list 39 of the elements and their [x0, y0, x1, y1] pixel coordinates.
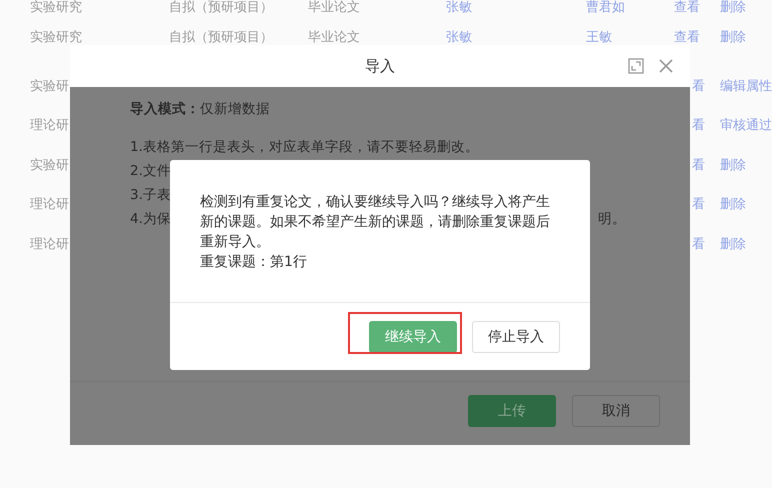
import-mode-text: 导入模式：仅新增数据	[130, 100, 271, 119]
table-link[interactable]: 删除	[720, 156, 746, 174]
instruction-text: 明。	[598, 210, 626, 229]
table-cell-text: 理论研	[30, 117, 69, 134]
table-cell-text: 理论研	[30, 236, 69, 253]
table-link[interactable]: 删除	[720, 28, 746, 46]
table-link[interactable]: 删除	[720, 0, 746, 16]
table-link[interactable]: 删除	[720, 234, 746, 253]
table-link[interactable]: 张敏	[446, 28, 472, 46]
upload-button[interactable]: 上传	[468, 394, 556, 426]
confirm-message: 检测到有重复论文，确认要继续导入吗？继续导入将产生新的课题。如果不希望产生新的课题，请删除重复课题后重新导入。	[200, 193, 551, 252]
table-link[interactable]: 审核通过	[720, 116, 772, 134]
instruction-text: 3.子表	[130, 186, 171, 205]
table-cell-text: 毕业论文	[308, 29, 360, 46]
instruction-text: 2.文件	[130, 162, 171, 181]
maximize-icon[interactable]	[628, 58, 644, 74]
table-link[interactable]: 王敏	[586, 28, 612, 46]
table-cell-text: 实验研	[30, 156, 69, 174]
table-cell: 毕业论文	[308, 0, 360, 16]
table-link[interactable]: 张敏	[446, 0, 472, 16]
table-link[interactable]: 查看	[674, 28, 700, 46]
stop-import-button[interactable]: 停止导入	[472, 320, 560, 352]
table-cell: 自拟（预研项目）	[169, 0, 273, 16]
duplicate-detail: 重复课题：第1行	[200, 253, 308, 272]
table-link[interactable]: 删除	[720, 195, 746, 214]
table-link[interactable]: 编辑属性	[720, 76, 772, 95]
table-cell-text: 理论研	[30, 196, 69, 214]
table-link[interactable]: 查看	[674, 0, 700, 16]
dialog-title: 导入	[365, 56, 395, 76]
table-link[interactable]: 曹君如	[586, 0, 625, 16]
instruction-text: 4.为保	[130, 210, 171, 229]
continue-import-button[interactable]: 继续导入	[369, 320, 457, 352]
cancel-button[interactable]: 取消	[572, 394, 660, 426]
table-cell-text: 实验研究	[30, 29, 82, 46]
table-cell: 实验研究	[30, 0, 82, 16]
close-icon[interactable]	[658, 58, 674, 74]
instruction-text: 1.表格第一行是表头，对应表单字段，请不要轻易删改。	[130, 138, 479, 157]
table-cell-text: 实验研	[30, 78, 69, 95]
table-cell-text: 自拟（预研项目）	[169, 29, 273, 46]
